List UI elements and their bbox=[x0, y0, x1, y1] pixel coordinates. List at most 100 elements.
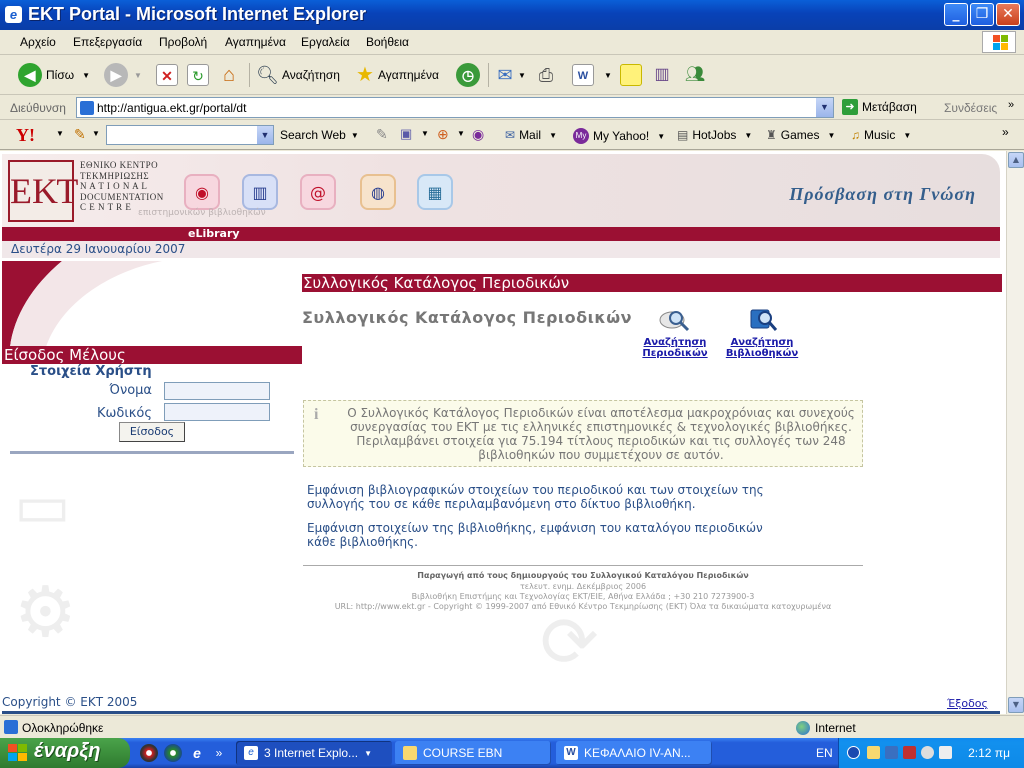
history-button[interactable]: ◷ bbox=[456, 62, 480, 88]
note-icon bbox=[620, 64, 642, 86]
language-indicator[interactable]: EN bbox=[816, 746, 833, 760]
tray-icon-2[interactable] bbox=[885, 746, 898, 759]
print-button[interactable]: ⎙ bbox=[535, 62, 557, 88]
forward-button[interactable]: ▶ ▼ bbox=[104, 62, 142, 88]
search-journals-link[interactable]: Αναζήτηση Περιοδικών bbox=[640, 306, 710, 359]
my-yahoo-link[interactable]: My My Yahoo! ▼ bbox=[573, 128, 665, 144]
chip-icon[interactable]: ▦ bbox=[417, 174, 453, 210]
antispy-dropdown-icon[interactable]: ▼ bbox=[457, 129, 465, 138]
task-internet-explorer[interactable]: e 3 Internet Explo... ▼ bbox=[236, 741, 392, 765]
yahoo-chevron-icon[interactable]: » bbox=[1002, 125, 1009, 139]
search-web-button[interactable]: Search Web ▼ bbox=[280, 128, 359, 142]
music-dropdown-icon[interactable]: ▼ bbox=[903, 131, 911, 140]
minimize-button[interactable]: _ bbox=[944, 3, 968, 26]
mail-dropdown-icon[interactable]: ▼ bbox=[518, 71, 526, 80]
discuss-button[interactable] bbox=[620, 62, 642, 88]
search-journals-label-2[interactable]: Περιοδικών bbox=[640, 348, 710, 359]
music-link[interactable]: ♫ Music ▼ bbox=[851, 128, 911, 142]
menu-view[interactable]: Προβολή bbox=[159, 35, 207, 49]
menu-help[interactable]: Βοήθεια bbox=[366, 35, 409, 49]
address-input[interactable]: http://antigua.ekt.gr/portal/dt ▼ bbox=[76, 97, 834, 118]
pencil-icon[interactable]: ✎ bbox=[74, 126, 86, 143]
search-journals-label-1[interactable]: Αναζήτηση bbox=[640, 337, 710, 348]
volume-icon[interactable] bbox=[939, 746, 952, 759]
close-button[interactable]: ✕ bbox=[996, 3, 1020, 26]
tray-chevron-icon[interactable] bbox=[847, 746, 860, 759]
task-course-ebn[interactable]: COURSE EBN bbox=[395, 741, 551, 765]
address-dropdown-icon[interactable]: ▼ bbox=[816, 98, 833, 117]
menu-favorites[interactable]: Αγαπημένα bbox=[225, 35, 286, 49]
search-libraries-label-2[interactable]: Βιβλιοθηκών bbox=[722, 348, 802, 359]
stop-button[interactable]: ✕ bbox=[156, 62, 178, 88]
home-button[interactable]: ⌂ bbox=[218, 62, 240, 88]
search-dropdown-icon[interactable]: ▼ bbox=[257, 126, 273, 144]
back-dropdown-icon[interactable]: ▼ bbox=[82, 71, 90, 80]
menu-tools[interactable]: Εργαλεία bbox=[301, 35, 350, 49]
messenger-button[interactable]: 👥︎ bbox=[684, 62, 706, 88]
media-player-icon[interactable] bbox=[140, 744, 158, 762]
antispy-icon[interactable]: ⊕ bbox=[437, 126, 449, 143]
links-button[interactable]: Συνδέσεις bbox=[944, 101, 997, 115]
search-button[interactable]: 🔍︎ Αναζήτηση bbox=[256, 62, 340, 88]
back-button[interactable]: ◀ Πίσω ▼ bbox=[18, 62, 90, 88]
mail-link[interactable]: ✉ Mail ▼ bbox=[505, 128, 557, 142]
hotjobs-dropdown-icon[interactable]: ▼ bbox=[744, 131, 752, 140]
security-zone[interactable]: Internet bbox=[796, 721, 856, 735]
edit-dropdown-icon[interactable]: ▼ bbox=[604, 71, 612, 80]
info-text: Ο Συλλογικός Κατάλογος Περιοδικών είναι … bbox=[347, 406, 855, 462]
research-button[interactable]: ▥ bbox=[651, 62, 673, 88]
address-url[interactable]: http://antigua.ekt.gr/portal/dt bbox=[97, 101, 246, 115]
popup-blocker-icon[interactable]: ▣ bbox=[400, 126, 412, 142]
window-title-bar[interactable]: e EKT Portal - Microsoft Internet Explor… bbox=[0, 0, 1024, 30]
forward-dropdown-icon[interactable]: ▼ bbox=[134, 71, 142, 80]
highlight-icon[interactable]: ✎ bbox=[376, 126, 388, 143]
refresh-button[interactable]: ↻ bbox=[187, 62, 209, 88]
headphones-icon[interactable]: ◉ bbox=[472, 126, 484, 143]
pencil-dropdown-icon[interactable]: ▼ bbox=[92, 129, 100, 138]
games-dropdown-icon[interactable]: ▼ bbox=[827, 131, 835, 140]
ie-quick-launch-icon[interactable]: e bbox=[188, 744, 206, 762]
scroll-up-icon[interactable]: ▲ bbox=[1008, 152, 1024, 168]
ie-app-icon[interactable]: e bbox=[5, 6, 22, 23]
disc-icon[interactable]: ◍ bbox=[360, 174, 396, 210]
start-button[interactable]: έναρξη bbox=[0, 738, 130, 768]
maximize-button[interactable]: ❐ bbox=[970, 3, 994, 26]
popup-dropdown-icon[interactable]: ▼ bbox=[421, 129, 429, 138]
favorites-button[interactable]: ★ Αγαπημένα bbox=[354, 62, 439, 88]
org-name-el-2: ΤΕΚΜΗΡΙΩΣΗΣ bbox=[80, 170, 150, 181]
header-banner: ΕΚΤ ΕΘΝΙΚΟ ΚΕΝΤΡΟ ΤΕΚΜΗΡΙΩΣΗΣ N A T I O … bbox=[2, 154, 1000, 228]
search-web-dropdown-icon[interactable]: ▼ bbox=[351, 131, 359, 140]
quick-launch-chevron-icon[interactable]: » bbox=[210, 744, 228, 762]
tray-icon-3[interactable] bbox=[903, 746, 916, 759]
tray-icon-1[interactable] bbox=[867, 746, 880, 759]
password-input[interactable] bbox=[164, 403, 270, 421]
at-icon[interactable]: @ bbox=[300, 174, 336, 210]
menu-file[interactable]: Αρχείο bbox=[20, 35, 56, 49]
book-icon[interactable]: ▥ bbox=[242, 174, 278, 210]
scroll-down-icon[interactable]: ▼ bbox=[1008, 697, 1024, 713]
my-yahoo-dropdown-icon[interactable]: ▼ bbox=[657, 132, 665, 141]
login-button[interactable]: Είσοδος bbox=[119, 422, 185, 442]
search-libraries-label-1[interactable]: Αναζήτηση bbox=[722, 337, 802, 348]
yahoo-search-input[interactable]: ▼ bbox=[106, 125, 274, 145]
ekt-logo[interactable]: ΕΚΤ bbox=[8, 160, 78, 222]
tray-icon-4[interactable] bbox=[921, 746, 934, 759]
vertical-scrollbar[interactable]: ▲ ▼ bbox=[1006, 151, 1024, 714]
edit-button[interactable]: W ▼ bbox=[572, 62, 612, 88]
yahoo-dropdown-icon[interactable]: ▼ bbox=[56, 129, 64, 138]
links-chevron-icon[interactable]: » bbox=[1008, 99, 1014, 111]
exit-link[interactable]: Έξοδος bbox=[947, 697, 988, 710]
mail-dropdown-icon[interactable]: ▼ bbox=[549, 131, 557, 140]
menu-edit[interactable]: Επεξεργασία bbox=[73, 35, 142, 49]
quick-launch-icon[interactable] bbox=[164, 744, 182, 762]
games-link[interactable]: ♜ Games ▼ bbox=[766, 128, 835, 142]
task-word-doc[interactable]: W ΚΕΦΑΛΑΙΟ IV-AN... bbox=[556, 741, 712, 765]
clock[interactable]: 2:12 πμ bbox=[968, 746, 1010, 760]
go-button[interactable]: ➜ Μετάβαση bbox=[842, 99, 917, 115]
hotjobs-link[interactable]: ▤ HotJobs ▼ bbox=[677, 128, 752, 142]
mail-button[interactable]: ✉ ▼ bbox=[494, 62, 526, 88]
yahoo-logo[interactable]: Y! bbox=[16, 125, 35, 146]
search-libraries-link[interactable]: Αναζήτηση Βιβλιοθηκών bbox=[722, 306, 802, 359]
username-input[interactable] bbox=[164, 382, 270, 400]
eye-icon[interactable]: ◉ bbox=[184, 174, 220, 210]
